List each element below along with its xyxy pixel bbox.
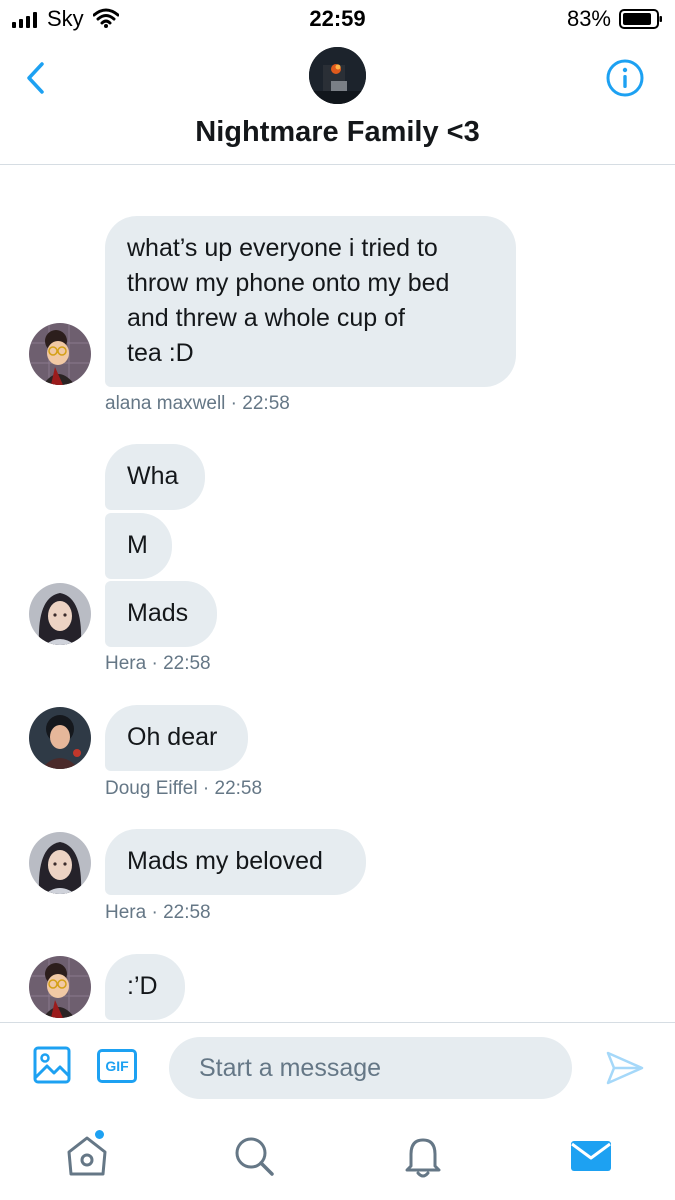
message-line: what’s up everyone i tried to — [127, 234, 438, 262]
message-list[interactable]: what’s up everyone i tried to throw my p… — [0, 165, 675, 1022]
message-meta: Hera · 22:58 — [105, 902, 211, 924]
home-icon[interactable] — [63, 1132, 111, 1180]
meta-separator: · — [197, 778, 215, 799]
message-text: Oh dear — [127, 723, 218, 751]
message-composer: GIF — [0, 1022, 675, 1113]
message-bubble[interactable]: Mads — [105, 581, 217, 647]
message-input[interactable] — [169, 1037, 572, 1099]
status-bar: Sky 22:59 83% — [0, 0, 675, 38]
message-time: 22:58 — [163, 653, 211, 674]
avatar-doug-eiffel[interactable] — [29, 707, 91, 769]
meta-separator: · — [225, 393, 243, 414]
message-text: Mads — [127, 599, 189, 627]
message-meta: alana maxwell · 22:58 — [105, 393, 290, 415]
author-name: Doug Eiffel — [105, 778, 198, 799]
group-avatar[interactable] — [309, 47, 366, 104]
avatar-alana-maxwell[interactable] — [29, 956, 91, 1018]
author-name: alana maxwell — [105, 393, 226, 414]
avatar-hera[interactable] — [29, 583, 91, 645]
image-icon[interactable] — [32, 1045, 72, 1085]
message-bubble[interactable]: what’s up everyone i tried to throw my p… — [105, 216, 516, 387]
message-text: :’D — [127, 972, 158, 1000]
conversation-title: Nightmare Family <3 — [195, 116, 480, 148]
message-bubble[interactable]: :’D — [105, 954, 185, 1020]
message-text: M — [127, 531, 148, 559]
message-bubble[interactable]: Oh dear — [105, 705, 248, 771]
meta-separator: · — [146, 902, 164, 923]
notifications-icon[interactable] — [399, 1132, 447, 1180]
tab-bar — [0, 1112, 675, 1200]
info-icon[interactable] — [605, 58, 645, 98]
avatar-alana-maxwell[interactable] — [29, 323, 91, 385]
author-name: Hera — [105, 902, 147, 923]
message-text: Mads my beloved — [127, 847, 323, 875]
message-time: 22:58 — [214, 778, 263, 799]
message-bubble[interactable]: M — [105, 513, 172, 579]
conversation-header: Nightmare Family <3 — [0, 38, 675, 165]
search-icon[interactable] — [230, 1132, 278, 1180]
message-bubble[interactable]: Mads my beloved — [105, 829, 366, 895]
message-bubble[interactable]: Wha — [105, 444, 205, 510]
gif-button[interactable]: GIF — [97, 1049, 137, 1083]
battery-icon — [619, 9, 662, 29]
message-meta: Doug Eiffel · 22:58 — [105, 778, 262, 800]
chevron-left-icon[interactable] — [22, 58, 52, 98]
message-line: and threw a whole cup of — [127, 304, 405, 332]
notification-dot — [95, 1130, 104, 1139]
message-time: 22:58 — [163, 902, 211, 923]
author-name: Hera — [105, 653, 147, 674]
message-text: Wha — [127, 462, 179, 490]
messages-icon[interactable] — [567, 1132, 615, 1180]
avatar-hera[interactable] — [29, 832, 91, 894]
message-meta: Hera · 22:58 — [105, 653, 211, 675]
message-line: tea :D — [127, 339, 194, 367]
battery-percent: 83% — [566, 6, 611, 31]
message-line: throw my phone onto my bed — [127, 269, 450, 297]
meta-separator: · — [146, 653, 164, 674]
message-time: 22:58 — [242, 393, 290, 414]
send-icon[interactable] — [605, 1048, 645, 1088]
